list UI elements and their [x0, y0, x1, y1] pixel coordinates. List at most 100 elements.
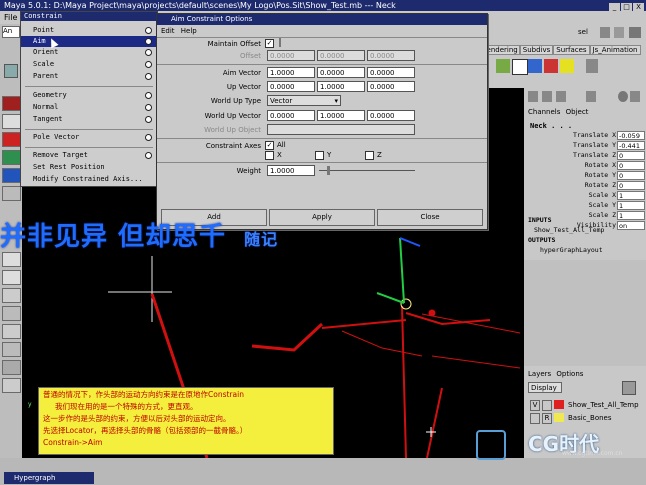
channel-value[interactable]: 0 [617, 181, 645, 190]
aim-vector-x-field[interactable]: 1.0000 [267, 67, 315, 78]
option-box-icon[interactable] [145, 134, 152, 141]
menu-item-set-rest-position[interactable]: Set Rest Position [21, 162, 157, 173]
up-vector-z-field[interactable]: 0.0000 [367, 81, 415, 92]
output-node[interactable]: hyperGraphLayout [540, 246, 603, 254]
world-up-object-field[interactable] [267, 124, 415, 135]
menu-item-aim[interactable]: Aim [21, 36, 157, 47]
channel-value[interactable]: 0 [617, 171, 645, 180]
option-box-icon[interactable] [145, 73, 152, 80]
offset-z-field[interactable]: 0.0000 [367, 50, 415, 61]
shelf-icon-bones[interactable] [496, 59, 510, 73]
mode-field[interactable]: An [2, 26, 20, 38]
option-box-icon[interactable] [145, 61, 152, 68]
layout-hypergraph-icon[interactable] [2, 360, 21, 375]
select-tool-icon[interactable] [2, 96, 21, 111]
manip-tool-icon[interactable] [2, 186, 21, 201]
weight-slider-handle[interactable] [327, 166, 330, 175]
option-box-icon[interactable] [145, 38, 152, 45]
layer-visibility-toggle[interactable]: V [530, 400, 540, 411]
close-window-button[interactable]: X [633, 3, 644, 11]
channel-value[interactable]: 0 [617, 161, 645, 170]
rotate-tool-icon[interactable] [2, 150, 21, 165]
scale-tool-icon[interactable] [2, 168, 21, 183]
menu-edit[interactable]: Edit [161, 27, 175, 35]
layout-persp-icon[interactable] [2, 306, 21, 321]
axis-all-checkbox[interactable]: ✓ [265, 141, 274, 150]
tab-js-animation[interactable]: Js_Animation [589, 45, 641, 55]
axis-x-checkbox[interactable] [265, 151, 274, 160]
layout-icon[interactable] [614, 27, 624, 38]
menu-item-pole-vector[interactable]: Pole Vector [21, 132, 157, 143]
settings-icon[interactable] [630, 91, 640, 102]
menu-item-scale[interactable]: Scale [21, 59, 157, 70]
shelf-icon-cube[interactable] [560, 59, 574, 73]
menu-item-tangent[interactable]: Tangent [21, 114, 157, 125]
option-box-icon[interactable] [145, 27, 152, 34]
tab-options[interactable]: Options [556, 370, 583, 378]
arrow-icon[interactable] [600, 27, 610, 38]
layer-visibility-toggle[interactable] [530, 413, 540, 424]
tab-surfaces[interactable]: Surfaces [553, 45, 590, 55]
channel-value[interactable]: -0.441 [617, 141, 645, 150]
options-panel-scroll-handle[interactable] [279, 38, 281, 47]
weight-field[interactable]: 1.0000 [267, 165, 315, 176]
layer-reference-toggle[interactable]: R [542, 413, 552, 424]
layer-color-swatch[interactable] [554, 400, 564, 409]
up-vector-y-field[interactable]: 1.0000 [317, 81, 365, 92]
expand-arrow-icon[interactable] [2, 378, 21, 393]
option-box-icon[interactable] [145, 49, 152, 56]
help-icon[interactable] [618, 91, 628, 102]
world-up-vector-x-field[interactable]: 0.0000 [267, 110, 315, 121]
layout-graph-icon[interactable] [2, 342, 21, 357]
channel-value[interactable]: 1 [617, 191, 645, 200]
option-box-icon[interactable] [145, 104, 152, 111]
layer-reference-toggle[interactable] [542, 400, 552, 411]
layer-toggle-icon[interactable] [586, 91, 596, 102]
tool-icon[interactable] [4, 64, 18, 78]
menu-help[interactable]: Help [181, 27, 197, 35]
world-up-type-dropdown[interactable]: Vector ▾ [267, 95, 341, 106]
maintain-offset-checkbox[interactable]: ✓ [265, 39, 274, 48]
maximize-button[interactable]: □ [621, 3, 632, 11]
layout-single-icon[interactable] [2, 252, 21, 267]
new-layer-icon[interactable] [622, 381, 636, 395]
input-node[interactable]: Show_Test_All_Temp [534, 226, 604, 234]
channel-value[interactable]: 1 [617, 211, 645, 220]
channel-value[interactable]: -0.059 [617, 131, 645, 140]
layer-name[interactable]: Basic_Bones [568, 413, 612, 424]
tool-toggle-icon[interactable] [556, 91, 566, 102]
menu-item-orient[interactable]: Orient [21, 47, 157, 58]
axis-y-checkbox[interactable] [315, 151, 324, 160]
up-vector-x-field[interactable]: 0.0000 [267, 81, 315, 92]
minimize-button[interactable]: _ [609, 3, 620, 11]
aim-vector-z-field[interactable]: 0.0000 [367, 67, 415, 78]
move-tool-icon[interactable] [2, 132, 21, 147]
channel-value[interactable]: 1 [617, 201, 645, 210]
shelf-icon-star[interactable] [512, 59, 528, 75]
aim-vector-y-field[interactable]: 0.0000 [317, 67, 365, 78]
channel-value[interactable]: 0 [617, 151, 645, 160]
display-dropdown[interactable]: Display [528, 382, 562, 393]
tab-channels[interactable]: Channels [528, 108, 560, 116]
option-box-icon[interactable] [145, 116, 152, 123]
sel-field[interactable]: sel [578, 28, 598, 38]
offset-y-field[interactable]: 0.0000 [317, 50, 365, 61]
tab-object[interactable]: Object [566, 108, 589, 116]
menu-item-geometry[interactable]: Geometry [21, 90, 157, 101]
axis-z-checkbox[interactable] [365, 151, 374, 160]
tab-subdivs[interactable]: Subdivs [519, 45, 554, 55]
channel-toggle-icon[interactable] [528, 91, 538, 102]
tab-layers[interactable]: Layers [528, 370, 551, 378]
layer-row[interactable]: V Show_Test_All_Temp [528, 400, 644, 411]
world-up-vector-y-field[interactable]: 1.0000 [317, 110, 365, 121]
menu-file[interactable]: File [4, 13, 17, 22]
world-up-vector-z-field[interactable]: 0.0000 [367, 110, 415, 121]
taskbar-hypergraph[interactable]: Hypergraph [4, 472, 94, 484]
shelf-icon-flower[interactable] [528, 59, 542, 73]
menu-item-normal[interactable]: Normal [21, 102, 157, 113]
layer-row[interactable]: R Basic_Bones [528, 413, 644, 424]
menu-item-modify-constrained-axis[interactable]: Modify Constrained Axis... [21, 174, 157, 185]
shelf-icon-gear[interactable] [586, 59, 598, 73]
option-box-icon[interactable] [145, 152, 152, 159]
menu-item-point[interactable]: Point [21, 25, 157, 36]
